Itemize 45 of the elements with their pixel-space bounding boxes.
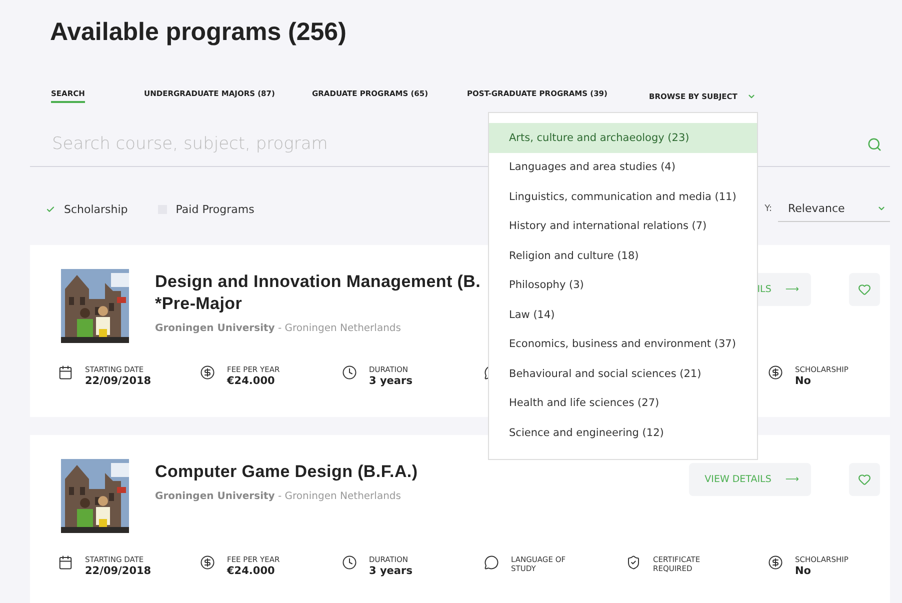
- dollar-icon: [200, 555, 215, 570]
- program-title: Computer Game Design (B.F.A.): [155, 461, 418, 483]
- menu-item[interactable]: Languages and area studies (4): [489, 152, 757, 182]
- detail-value: 22/09/2018: [85, 375, 152, 387]
- detail-value: 3 years: [369, 375, 414, 387]
- sort-dropdown[interactable]: Relevance: [778, 196, 890, 222]
- calendar-icon: [58, 555, 73, 570]
- menu-item[interactable]: Science and engineering (12): [489, 418, 757, 448]
- menu-item[interactable]: History and international relations (7): [489, 212, 757, 241]
- detail-value: €24.000: [227, 375, 276, 387]
- sort-label: Y:: [764, 204, 772, 214]
- search-field[interactable]: Search course, subject, program: [50, 133, 474, 155]
- calendar-icon: [58, 365, 73, 380]
- menu-item[interactable]: Law (14): [489, 300, 757, 330]
- menu-item[interactable]: Health and life sciences (27): [489, 388, 757, 418]
- detail-value: 3 years: [369, 565, 414, 577]
- favorite-button[interactable]: [849, 463, 880, 496]
- detail-value: No: [795, 565, 812, 577]
- program-location: Groningen University - Groningen Netherlands: [155, 323, 401, 334]
- detail-value: No: [795, 375, 812, 387]
- page-title: Available programs (256): [50, 18, 348, 48]
- filter-label: Scholarship: [64, 202, 128, 216]
- clock-icon: [342, 555, 357, 570]
- clock-icon: [342, 365, 357, 380]
- dollar-badge-icon: [768, 555, 783, 570]
- speech-bubble-icon: [484, 555, 499, 570]
- menu-item[interactable]: Behavioural and social sciences (21): [489, 359, 757, 388]
- menu-item[interactable]: Economics, business and environment (37): [489, 330, 757, 359]
- menu-item[interactable]: Philosophy (3): [489, 270, 757, 300]
- heart-icon: [858, 283, 871, 296]
- menu-item[interactable]: Religion and culture (18): [489, 241, 757, 270]
- dollar-badge-icon: [768, 365, 783, 380]
- heart-icon: [858, 473, 871, 486]
- program-title: Design and Innovation Management (B. *Pre-Major: [155, 271, 481, 315]
- menu-item[interactable]: Linguistics, communication and media (11): [489, 182, 757, 212]
- program-location: Groningen University - Groningen Netherlands: [155, 491, 401, 502]
- favorite-button[interactable]: [849, 273, 880, 306]
- detail-value: 22/09/2018: [85, 565, 152, 577]
- menu-item[interactable]: Arts, culture and archaeology (23): [489, 123, 757, 152]
- checkbox[interactable]: [46, 204, 55, 214]
- shield-check-icon: [626, 555, 641, 570]
- filter-label: Paid Programs: [176, 202, 254, 216]
- detail-value: €24.000: [227, 565, 276, 577]
- search-icon[interactable]: [867, 136, 882, 152]
- dollar-icon: [200, 365, 215, 380]
